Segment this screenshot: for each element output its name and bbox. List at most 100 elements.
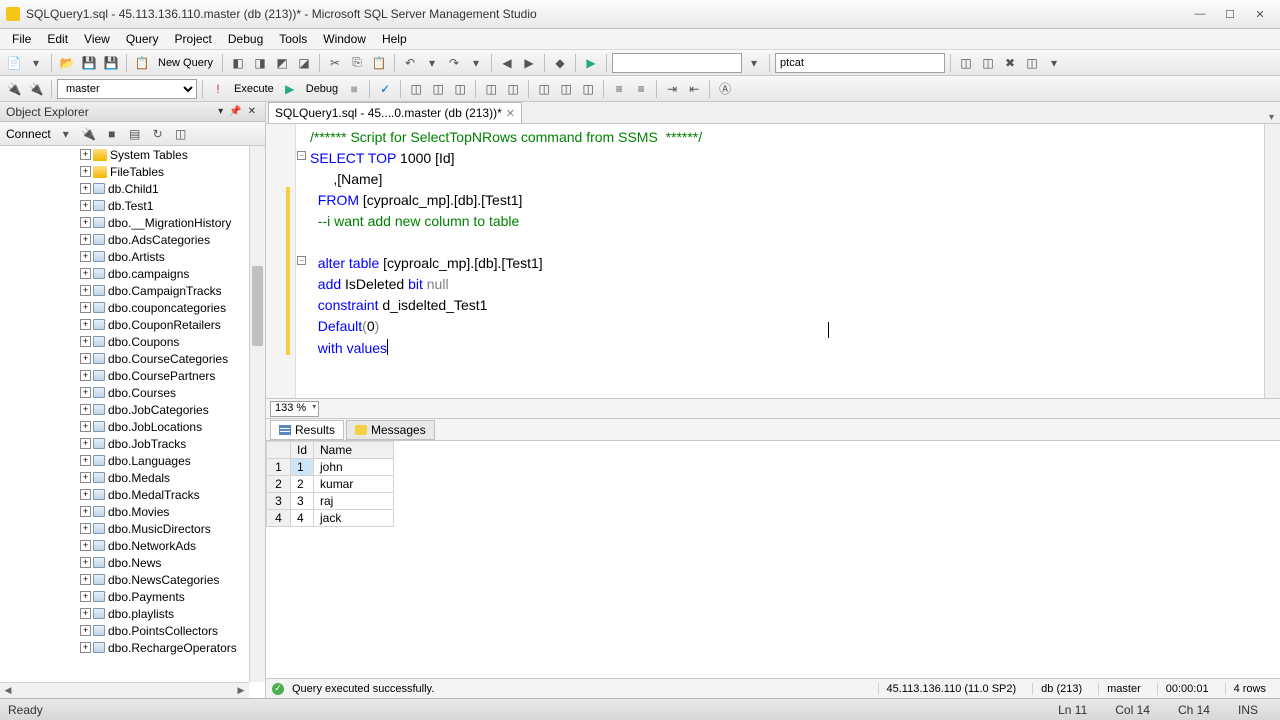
column-header[interactable]: Id (291, 442, 314, 459)
tb-icon[interactable]: ◫ (578, 79, 598, 99)
tree-node[interactable]: +dbo.MedalTracks (2, 486, 249, 503)
expand-icon[interactable]: + (80, 370, 91, 381)
tree-node[interactable]: +dbo.CourseCategories (2, 350, 249, 367)
undo-icon[interactable]: ↶ (400, 53, 420, 73)
expand-icon[interactable]: + (80, 557, 91, 568)
nav-fwd-icon[interactable]: ▶ (519, 53, 539, 73)
table-row[interactable]: 44jack (267, 510, 394, 527)
tb-icon[interactable]: ◫ (481, 79, 501, 99)
expand-icon[interactable]: + (80, 166, 91, 177)
document-tab[interactable]: SQLQuery1.sql - 45....0.master (db (213)… (268, 102, 522, 123)
menu-project[interactable]: Project (167, 30, 220, 48)
tb-icon[interactable]: 🔌 (26, 79, 46, 99)
dropdown-icon[interactable]: ▾ (56, 124, 76, 144)
tb-icon[interactable]: ◧ (228, 53, 248, 73)
tree-node[interactable]: +dbo.RechargeOperators (2, 639, 249, 656)
tree-node[interactable]: +dbo.PointsCollectors (2, 622, 249, 639)
tree-node[interactable]: +dbo.JobTracks (2, 435, 249, 452)
paste-icon[interactable]: 📋 (369, 53, 389, 73)
tree-node[interactable]: +dbo.Artists (2, 248, 249, 265)
expand-icon[interactable]: + (80, 472, 91, 483)
tree-node[interactable]: +dbo.NetworkAds (2, 537, 249, 554)
disconnect-icon[interactable]: 🔌 (79, 124, 99, 144)
tb-icon[interactable]: ◫ (978, 53, 998, 73)
expand-icon[interactable]: + (80, 591, 91, 602)
expand-icon[interactable]: + (80, 438, 91, 449)
tree-node[interactable]: +dbo.Languages (2, 452, 249, 469)
parse-icon[interactable]: ✓ (375, 79, 395, 99)
tb-icon[interactable]: ◫ (450, 79, 470, 99)
find-combo[interactable] (612, 53, 742, 73)
cut-icon[interactable]: ✂ (325, 53, 345, 73)
tree-node[interactable]: +dbo.AdsCategories (2, 231, 249, 248)
tb-icon[interactable]: ◫ (956, 53, 976, 73)
expand-icon[interactable]: + (80, 608, 91, 619)
expand-icon[interactable]: + (80, 234, 91, 245)
expand-icon[interactable]: + (80, 523, 91, 534)
redo-icon[interactable]: ↷ (444, 53, 464, 73)
tree-node[interactable]: +dbo.CampaignTracks (2, 282, 249, 299)
database-combo[interactable]: master (57, 79, 197, 99)
new-query-button[interactable]: New Query (154, 57, 217, 69)
new-project-icon[interactable]: 📄 (4, 53, 24, 73)
expand-icon[interactable]: + (80, 285, 91, 296)
menu-help[interactable]: Help (374, 30, 415, 48)
tree-node[interactable]: +dbo.CouponRetailers (2, 316, 249, 333)
open-icon[interactable]: 📂 (57, 53, 77, 73)
column-header[interactable]: Name (314, 442, 394, 459)
menu-tools[interactable]: Tools (271, 30, 315, 48)
tree-node[interactable]: +dbo.News (2, 554, 249, 571)
expand-icon[interactable]: + (80, 149, 91, 160)
tree-node[interactable]: +dbo.__MigrationHistory (2, 214, 249, 231)
pin-icon[interactable]: 📌 (226, 106, 244, 117)
solution-combo[interactable] (775, 53, 945, 73)
dropdown-icon[interactable]: ▾ (744, 53, 764, 73)
menu-debug[interactable]: Debug (220, 30, 271, 48)
expand-icon[interactable]: + (80, 319, 91, 330)
fold-icon[interactable]: − (297, 256, 306, 265)
uncomment-icon[interactable]: ≡ (631, 79, 651, 99)
table-row[interactable]: 11john (267, 459, 394, 476)
menu-query[interactable]: Query (118, 30, 167, 48)
tree-node[interactable]: +dbo.Coupons (2, 333, 249, 350)
tree-node[interactable]: +dbo.Courses (2, 384, 249, 401)
cancel-icon[interactable]: ■ (344, 79, 364, 99)
tb-icon[interactable]: ◫ (406, 79, 426, 99)
expand-icon[interactable]: + (80, 455, 91, 466)
execute-button[interactable]: Execute (230, 83, 278, 95)
copy-icon[interactable]: ⎘ (347, 53, 367, 73)
tb-icon[interactable]: ◨ (250, 53, 270, 73)
dropdown-icon[interactable]: ▾ (215, 106, 226, 117)
change-connection-icon[interactable]: 🔌 (4, 79, 24, 99)
dropdown-icon[interactable]: ▾ (1044, 53, 1064, 73)
expand-icon[interactable]: + (80, 625, 91, 636)
tb-icon[interactable]: ◫ (1022, 53, 1042, 73)
tree-node[interactable]: +db.Child1 (2, 180, 249, 197)
menu-edit[interactable]: Edit (39, 30, 76, 48)
expand-icon[interactable]: + (80, 642, 91, 653)
zoom-combo[interactable]: 133 % (270, 401, 319, 417)
expand-icon[interactable]: + (80, 336, 91, 347)
tree-node[interactable]: +System Tables (2, 146, 249, 163)
expand-icon[interactable]: + (80, 200, 91, 211)
scrollbar-vertical[interactable] (249, 146, 265, 682)
tree-node[interactable]: +dbo.Movies (2, 503, 249, 520)
outdent-icon[interactable]: ⇤ (684, 79, 704, 99)
tb-icon[interactable]: ◫ (556, 79, 576, 99)
expand-icon[interactable]: + (80, 506, 91, 517)
close-button[interactable]: ✕ (1246, 5, 1274, 23)
activity-icon[interactable]: ◆ (550, 53, 570, 73)
tree-node[interactable]: +FileTables (2, 163, 249, 180)
tb-icon[interactable]: ◪ (294, 53, 314, 73)
tb-icon[interactable]: ✖ (1000, 53, 1020, 73)
start-icon[interactable]: ▶ (581, 53, 601, 73)
expand-icon[interactable]: + (80, 302, 91, 313)
tree-node[interactable]: +dbo.campaigns (2, 265, 249, 282)
messages-tab[interactable]: Messages (346, 420, 435, 440)
dropdown-icon[interactable]: ▾ (422, 53, 442, 73)
results-grid[interactable]: IdName11john22kumar33raj44jack (266, 441, 1280, 678)
specify-values-icon[interactable]: Ⓐ (715, 79, 735, 99)
expand-icon[interactable]: + (80, 540, 91, 551)
expand-icon[interactable]: + (80, 404, 91, 415)
expand-icon[interactable]: + (80, 387, 91, 398)
